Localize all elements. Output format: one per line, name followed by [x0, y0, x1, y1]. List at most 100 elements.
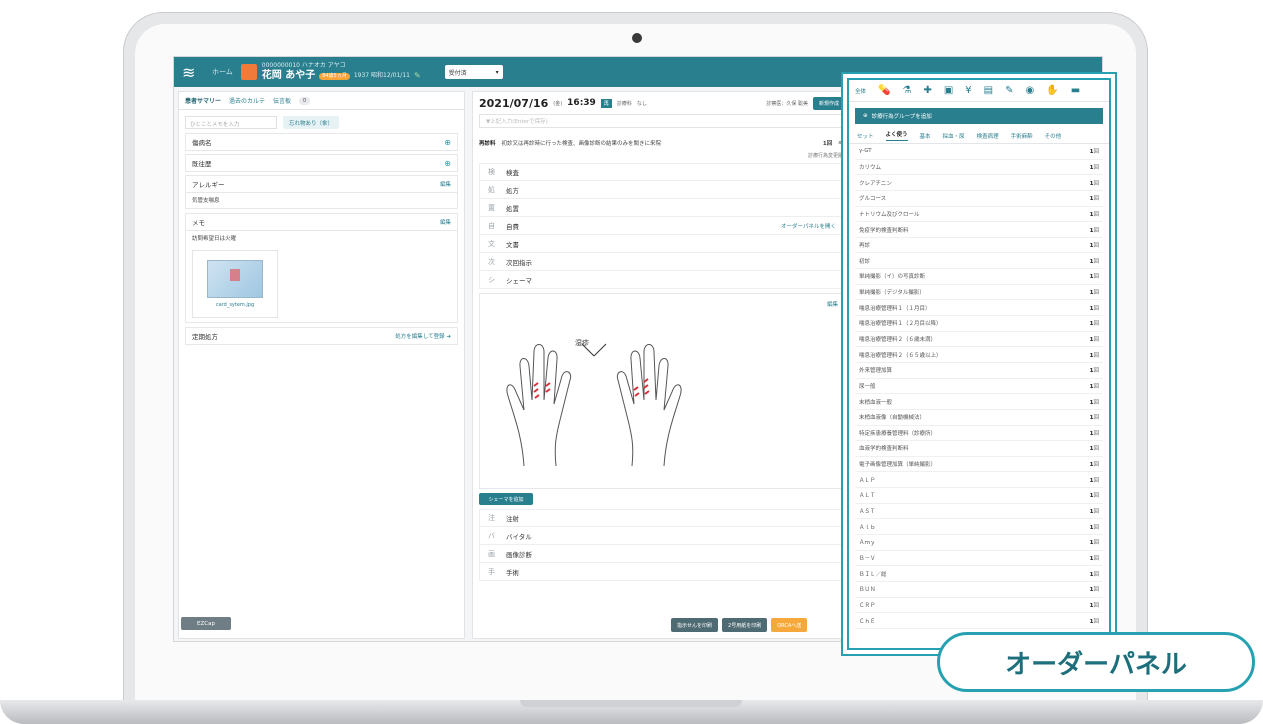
order-tab[interactable]: よく使う — [885, 130, 908, 141]
order-item[interactable]: ＡＳＴ 1回 — [855, 504, 1103, 520]
order-item[interactable]: 喘息治療管理料１（２月目以降） 1回 — [855, 316, 1103, 332]
order-category-row[interactable]: 手 手術 — [479, 563, 845, 581]
order-item[interactable]: Ｂ－Ｖ 1回 — [855, 551, 1103, 567]
order-item[interactable]: ＢＩＬ／総 1回 — [855, 566, 1103, 582]
order-item[interactable]: 免疫学的検査判断料 1回 — [855, 222, 1103, 238]
order-item[interactable]: 末梢血液像（自動機械法） 1回 — [855, 410, 1103, 426]
order-item[interactable]: 電子画像管理加算（単純撮影） 1回 — [855, 457, 1103, 473]
order-item[interactable]: 喘息治療管理料２（６５歳以上） 1回 — [855, 347, 1103, 363]
insurance-card-attachment[interactable]: card_sytem.jpg — [192, 250, 278, 318]
order-item[interactable]: 特定疾患療養管理料（診療所） 1回 — [855, 426, 1103, 442]
order-item[interactable]: ＢＵＮ 1回 — [855, 582, 1103, 598]
forgotten-item-chip[interactable]: 忘れ物あり（傘） — [283, 116, 340, 129]
order-item[interactable]: 末梢血液一般 1回 — [855, 394, 1103, 410]
doctor-name[interactable]: 診察医：久保 聡美 — [766, 100, 808, 107]
money-icon[interactable]: ¥ — [965, 85, 971, 96]
tab-message-board[interactable]: 伝言板 — [273, 96, 291, 105]
order-category-row[interactable]: バ バイタル — [479, 527, 845, 545]
visit-weekday: (金) — [553, 100, 563, 107]
order-category-row[interactable]: 文 文書 — [479, 235, 845, 253]
hand-icon[interactable]: ✋ — [1046, 85, 1058, 96]
allergy-label: アレルギー — [192, 181, 225, 189]
order-category-row[interactable]: 置 処置 — [479, 199, 845, 217]
disease-section[interactable]: 傷病名 ⊕ — [185, 133, 458, 151]
order-category-row[interactable]: 自 自費 オーダーパネルを開く — [479, 217, 845, 235]
order-item[interactable]: Ａｍｙ 1回 — [855, 535, 1103, 551]
order-item-name: 単純撮影（イ）の写真診断 — [859, 274, 926, 281]
order-item[interactable]: ＣｈＥ 1回 — [855, 613, 1103, 629]
category-label: 画像診断 — [506, 550, 532, 559]
order-item[interactable]: クレアチニン 1回 — [855, 175, 1103, 191]
order-category-row[interactable]: 検 検査 — [479, 163, 845, 181]
order-item[interactable]: グルコース 1回 — [855, 191, 1103, 207]
order-item[interactable]: Ａｌｂ 1回 — [855, 519, 1103, 536]
edit-patient-icon[interactable]: ✎ — [414, 72, 421, 80]
order-tab[interactable]: その他 — [1045, 132, 1062, 140]
order-category-row[interactable]: 注 注射 — [479, 509, 845, 527]
order-tab[interactable]: セット — [857, 132, 874, 140]
chart-search-input[interactable]: ▼上記入力(Enterで保存) — [479, 114, 845, 128]
package-icon[interactable]: ▣ — [944, 85, 953, 96]
order-item[interactable]: 尿一般 1回 — [855, 379, 1103, 395]
order-item[interactable]: γ-GT 1回 — [855, 144, 1103, 160]
order-item[interactable]: ＣＲＰ 1回 — [855, 598, 1103, 614]
attachment-filename[interactable]: card_sytem.jpg — [216, 302, 254, 308]
order-item[interactable]: 喘息治療管理料２（６歳未満） 1回 — [855, 332, 1103, 348]
bandage-icon[interactable]: ✚ — [923, 85, 931, 96]
tab-past-chart[interactable]: 過去のカルテ — [229, 96, 265, 105]
order-item[interactable]: 単純撮影（デジタル撮影） 1回 — [855, 285, 1103, 301]
add-history-icon[interactable]: ⊕ — [444, 159, 451, 168]
order-item[interactable]: ＡＬＴ 1回 — [855, 488, 1103, 504]
order-tab[interactable]: 検査病理 — [977, 132, 999, 140]
print-order-button[interactable]: 指示せんを印刷 — [671, 618, 719, 632]
add-schema-button[interactable]: シェーマを追加 — [479, 493, 533, 505]
quick-memo-input[interactable]: ひとことメモを入力 — [185, 116, 277, 129]
reception-status-select[interactable]: 受付済 ▾ — [444, 65, 503, 79]
order-item[interactable]: 単純撮影（イ）の写真診断 1回 — [855, 269, 1103, 285]
history-section[interactable]: 既往歴 ⊕ — [185, 154, 458, 172]
order-category-row[interactable]: 画 画像診断 — [479, 545, 845, 563]
camera-icon[interactable]: ◉ — [1026, 85, 1035, 96]
bed-icon[interactable]: ▬ — [1071, 85, 1080, 96]
regular-rx-section: 定期処方 処方を編集して登録 ➔ — [185, 327, 458, 345]
dept-value[interactable]: なし — [637, 100, 647, 107]
order-all-tab[interactable]: 全体 — [855, 87, 866, 95]
order-tab[interactable]: 基本 — [920, 132, 931, 140]
memo-edit-button[interactable]: 編集 — [440, 218, 451, 226]
new-chart-button[interactable]: 新規作成 — [812, 96, 845, 110]
schema-canvas[interactable]: 編集 湿疹 — [479, 293, 845, 489]
doc-icon[interactable]: ▤ — [984, 85, 993, 96]
regular-rx-link[interactable]: 処方を編集して登録 ➔ — [395, 332, 451, 340]
revisit-multiplier[interactable]: x1 — [838, 140, 845, 146]
order-item[interactable]: ナトリウム及びクロール 1回 — [855, 207, 1103, 223]
ezcap-button[interactable]: EZCap — [181, 617, 231, 630]
open-order-panel-link[interactable]: オーダーパネルを開く — [781, 222, 836, 230]
pill-icon[interactable]: 💊 — [878, 85, 890, 96]
order-tab[interactable]: 手術麻酔 — [1011, 132, 1033, 140]
add-group-button[interactable]: ⊕ 診療行為グループを追加 — [855, 108, 1103, 124]
order-category-row[interactable]: 処 処方 — [479, 181, 845, 199]
order-item[interactable]: 血液学的検査判断料 1回 — [855, 441, 1103, 457]
order-item[interactable]: 外来管理加算 1回 — [855, 363, 1103, 379]
history-label: 既往歴 — [192, 160, 212, 168]
order-item[interactable]: 初診 1回 — [855, 253, 1103, 270]
order-item[interactable]: 再診 1回 — [855, 238, 1103, 254]
tab-summary[interactable]: 患者サマリー — [185, 96, 221, 105]
revisit-fee-row[interactable]: 再診料 初診又は再診時に行った検査、画像診断の結果のみを聞きに来院 1回 x1 — [479, 136, 845, 150]
history-link[interactable]: 診療行為変更履 — [473, 150, 851, 163]
print-form2-button[interactable]: 2号用紙を印刷 — [722, 618, 768, 632]
flask-icon[interactable]: ⚗ — [902, 85, 911, 96]
order-category-row[interactable]: 次 次回指示 — [479, 253, 845, 271]
order-item[interactable]: 喘息治療管理料１（１月目） 1回 — [855, 300, 1103, 317]
send-to-orca-button[interactable]: ORCAへ送 — [771, 618, 808, 632]
order-item[interactable]: ＡＬＰ 1回 — [855, 472, 1103, 489]
order-tab[interactable]: 採血・尿 — [943, 132, 965, 140]
add-disease-icon[interactable]: ⊕ — [444, 138, 451, 147]
home-link[interactable]: ホーム — [212, 67, 233, 77]
allergy-edit-button[interactable]: 編集 — [440, 180, 451, 188]
logo-icon[interactable]: ≋ — [182, 63, 212, 82]
order-item[interactable]: カリウム 1回 — [855, 160, 1103, 176]
order-category-row[interactable]: シ シェーマ — [479, 271, 845, 289]
schema-edit-button[interactable]: 編集 — [827, 300, 838, 308]
syringe-icon[interactable]: ✎ — [1005, 85, 1013, 96]
